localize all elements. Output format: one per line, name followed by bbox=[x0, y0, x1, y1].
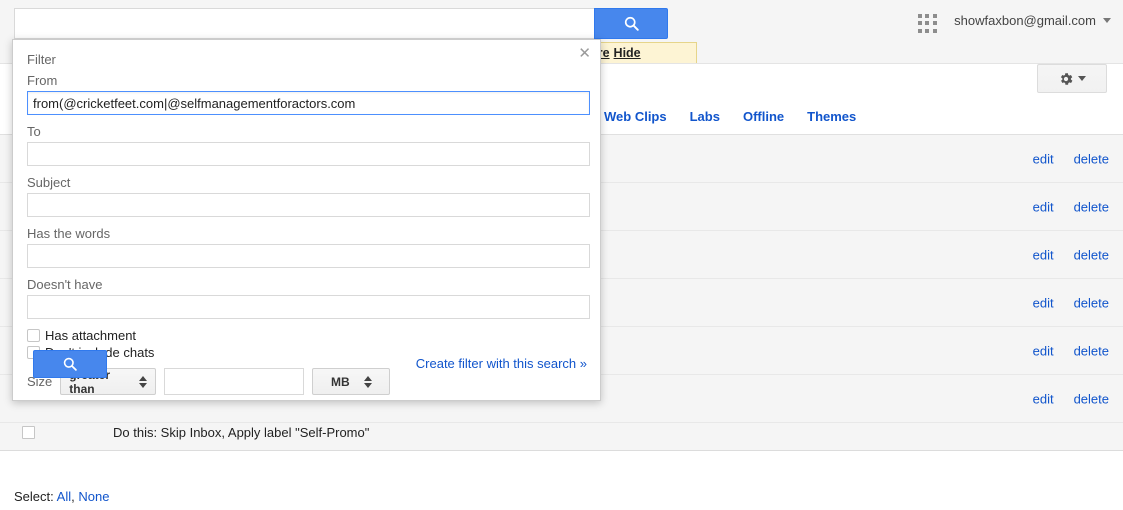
delete-filter-link[interactable]: delete bbox=[1074, 247, 1109, 262]
tab-web-clips[interactable]: Web Clips bbox=[604, 109, 667, 124]
edit-filter-link[interactable]: edit bbox=[1033, 295, 1054, 310]
delete-filter-link[interactable]: delete bbox=[1074, 295, 1109, 310]
delete-filter-link[interactable]: delete bbox=[1074, 391, 1109, 406]
edit-filter-link[interactable]: edit bbox=[1033, 199, 1054, 214]
row-actions: edit delete bbox=[1033, 295, 1109, 310]
chevron-down-icon bbox=[1078, 76, 1086, 81]
account-menu[interactable]: showfaxbon@gmail.com bbox=[954, 14, 1111, 27]
has-attachment-checkbox[interactable] bbox=[27, 329, 40, 342]
apps-dot bbox=[932, 28, 937, 33]
delete-filter-link[interactable]: delete bbox=[1074, 343, 1109, 358]
gear-icon bbox=[1060, 72, 1073, 85]
filter-dialog-body: Filter From To Subject Has the words Doe… bbox=[13, 40, 600, 396]
settings-gear-button[interactable] bbox=[1037, 64, 1107, 93]
row-actions: edit delete bbox=[1033, 247, 1109, 262]
chevron-down-icon bbox=[1103, 18, 1111, 23]
select-line: Select: All, None bbox=[14, 489, 109, 504]
edit-filter-link[interactable]: edit bbox=[1033, 343, 1054, 358]
to-input[interactable] bbox=[27, 142, 590, 166]
hide-banner-link[interactable]: Hide bbox=[614, 46, 641, 60]
apps-dot bbox=[932, 21, 937, 26]
delete-filter-link[interactable]: delete bbox=[1074, 199, 1109, 214]
from-input[interactable] bbox=[27, 91, 590, 115]
row-actions: edit delete bbox=[1033, 199, 1109, 214]
apps-dot bbox=[925, 21, 930, 26]
select-all-link[interactable]: All bbox=[57, 489, 71, 504]
has-the-words-label: Has the words bbox=[27, 226, 111, 241]
search-icon bbox=[63, 357, 77, 371]
from-label: From bbox=[27, 73, 58, 88]
search-bar bbox=[14, 8, 668, 39]
edit-filter-link[interactable]: edit bbox=[1033, 151, 1054, 166]
has-attachment-label: Has attachment bbox=[45, 328, 137, 343]
apps-dot bbox=[918, 21, 922, 26]
subject-input[interactable] bbox=[27, 193, 590, 217]
dialog-search-button[interactable] bbox=[33, 350, 107, 378]
edit-filter-link[interactable]: edit bbox=[1033, 247, 1054, 262]
filter-dialog: ✕ Filter From To Subject Has the words D… bbox=[12, 39, 601, 401]
account-email: showfaxbon@gmail.com bbox=[954, 13, 1096, 28]
select-separator: , bbox=[71, 489, 75, 504]
search-input[interactable] bbox=[15, 9, 594, 38]
has-attachment-row[interactable]: Has attachment bbox=[27, 328, 586, 343]
create-filter-with-search-link[interactable]: Create filter with this search » bbox=[416, 356, 587, 371]
row-actions: edit delete bbox=[1033, 391, 1109, 406]
select-none-link[interactable]: None bbox=[78, 489, 109, 504]
close-icon[interactable]: ✕ bbox=[578, 46, 591, 61]
search-icon bbox=[624, 16, 639, 31]
apps-grid-icon[interactable] bbox=[918, 14, 937, 33]
apps-dot bbox=[932, 14, 937, 18]
apps-dot bbox=[918, 14, 922, 18]
filter-action-row: Do this: Skip Inbox, Apply label "Self-P… bbox=[0, 423, 1123, 451]
select-label: Select: bbox=[14, 489, 54, 504]
settings-tabs: Web Clips Labs Offline Themes bbox=[604, 109, 856, 124]
search-button[interactable] bbox=[594, 8, 668, 39]
apps-dot bbox=[925, 28, 930, 33]
subject-label: Subject bbox=[27, 175, 71, 190]
search-box[interactable] bbox=[14, 8, 594, 39]
apps-dot bbox=[925, 14, 930, 18]
to-label: To bbox=[27, 124, 41, 139]
row-actions: edit delete bbox=[1033, 151, 1109, 166]
doesnt-have-label: Doesn't have bbox=[27, 277, 103, 292]
filter-dialog-footer: Create filter with this search » bbox=[13, 344, 600, 400]
has-the-words-input[interactable] bbox=[27, 244, 590, 268]
apps-dot bbox=[918, 28, 922, 33]
edit-filter-link[interactable]: edit bbox=[1033, 391, 1054, 406]
tab-labs[interactable]: Labs bbox=[690, 109, 720, 124]
delete-filter-link[interactable]: delete bbox=[1074, 151, 1109, 166]
filter-dialog-title: Filter bbox=[27, 52, 56, 67]
row-checkbox[interactable] bbox=[22, 426, 35, 439]
row-actions: edit delete bbox=[1033, 343, 1109, 358]
doesnt-have-input[interactable] bbox=[27, 295, 590, 319]
filter-action-text: Do this: Skip Inbox, Apply label "Self-P… bbox=[113, 425, 370, 440]
tab-offline[interactable]: Offline bbox=[743, 109, 784, 124]
tab-themes[interactable]: Themes bbox=[807, 109, 856, 124]
page-root: showfaxbon@gmail.com rn moreHide Web Cli… bbox=[0, 0, 1123, 510]
